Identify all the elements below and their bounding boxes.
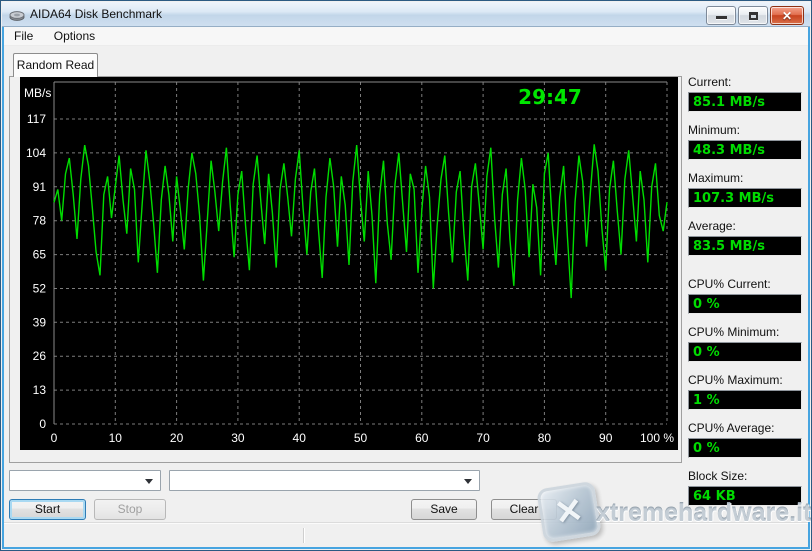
svg-text:13: 13: [33, 383, 47, 397]
svg-text:70: 70: [476, 431, 490, 445]
stat-average: Average: 83.5 MB/s: [688, 219, 802, 256]
dropdown-arrow-icon: [464, 479, 472, 484]
svg-text:0: 0: [39, 417, 46, 431]
dropdown-arrow-icon: [145, 479, 153, 484]
svg-text:20: 20: [170, 431, 184, 445]
tab-random-read[interactable]: Random Read: [13, 53, 98, 77]
svg-text:104: 104: [26, 146, 46, 160]
stat-value: 48.3 MB/s: [688, 140, 802, 160]
stat-cpu-average: CPU% Average: 0 %: [688, 421, 802, 458]
caption-buttons: ✕: [706, 6, 804, 25]
stat-value: 0 %: [688, 342, 802, 362]
app-window: AIDA64 Disk Benchmark ✕ File Options Ran…: [0, 0, 812, 551]
drive-value: Disk Drive #0 [SAMSUNG HD154UI] (1397.3 …: [189, 488, 459, 491]
stat-label: CPU% Maximum:: [688, 373, 802, 389]
svg-text:60: 60: [415, 431, 429, 445]
svg-text:10: 10: [109, 431, 123, 445]
close-icon: ✕: [771, 9, 803, 23]
svg-text:91: 91: [33, 180, 47, 194]
titlebar[interactable]: AIDA64 Disk Benchmark ✕: [2, 2, 810, 27]
svg-text:MB/s: MB/s: [24, 86, 51, 100]
maximize-icon: [749, 12, 758, 20]
stat-label: CPU% Current:: [688, 277, 802, 293]
disk-icon: [9, 8, 25, 22]
svg-text:52: 52: [33, 282, 47, 296]
stat-minimum: Minimum: 48.3 MB/s: [688, 123, 802, 160]
svg-text:90: 90: [599, 431, 613, 445]
window-title: AIDA64 Disk Benchmark: [30, 7, 162, 21]
window-border-left: [2, 27, 4, 549]
svg-text:117: 117: [27, 112, 46, 126]
stat-value: 85.1 MB/s: [688, 92, 802, 112]
stat-value: 83.5 MB/s: [688, 236, 802, 256]
svg-text:78: 78: [33, 214, 47, 228]
stat-block-size: Block Size: 64 KB: [688, 469, 802, 506]
stat-value: 64 KB: [688, 486, 802, 506]
stat-cpu-current: CPU% Current: 0 %: [688, 277, 802, 314]
minimize-icon: [716, 16, 727, 19]
menubar: File Options: [4, 27, 808, 46]
maximize-button[interactable]: [738, 6, 768, 25]
stat-label: Minimum:: [688, 123, 802, 139]
status-bar: [4, 522, 808, 547]
stat-cpu-maximum: CPU% Maximum: 1 %: [688, 373, 802, 410]
start-button[interactable]: Start: [9, 499, 86, 520]
stat-value: 0 %: [688, 438, 802, 458]
stat-current: Current: 85.1 MB/s: [688, 75, 802, 112]
save-button[interactable]: Save: [411, 499, 477, 520]
test-type-select[interactable]: Random Read: [9, 470, 161, 491]
test-type-value: Random Read: [29, 488, 106, 491]
menu-file[interactable]: File: [6, 27, 41, 45]
stat-label: CPU% Minimum:: [688, 325, 802, 341]
svg-text:40: 40: [293, 431, 307, 445]
svg-text:80: 80: [538, 431, 552, 445]
stat-label: Average:: [688, 219, 802, 235]
close-button[interactable]: ✕: [770, 6, 804, 25]
svg-text:39: 39: [33, 315, 47, 329]
stat-value: 107.3 MB/s: [688, 188, 802, 208]
window-border-right: [808, 27, 810, 549]
minimize-button[interactable]: [706, 6, 736, 25]
svg-text:65: 65: [33, 248, 47, 262]
stat-cpu-minimum: CPU% Minimum: 0 %: [688, 325, 802, 362]
stat-label: CPU% Average:: [688, 421, 802, 437]
menu-options[interactable]: Options: [46, 27, 103, 45]
benchmark-chart: 117 104 91 78 65 52 39 26 13 00 10 20 30 40 50 60 70 80 90…: [20, 77, 678, 450]
svg-text:50: 50: [354, 431, 368, 445]
stat-maximum: Maximum: 107.3 MB/s: [688, 171, 802, 208]
svg-text:100 %: 100 %: [640, 431, 674, 445]
elapsed-timer: 29:47: [490, 85, 610, 109]
drive-select[interactable]: Disk Drive #0 [SAMSUNG HD154UI] (1397.3 …: [169, 470, 480, 491]
chart-plot: 117 104 91 78 65 52 39 26 13 00 10 20 30 40 50 60 70 80 90…: [20, 77, 678, 448]
stat-label: Current:: [688, 75, 802, 91]
svg-text:26: 26: [33, 349, 47, 363]
stat-value: 1 %: [688, 390, 802, 410]
clear-button[interactable]: Clear: [491, 499, 557, 520]
svg-text:0: 0: [51, 431, 58, 445]
stat-label: Block Size:: [688, 469, 802, 485]
stat-label: Maximum:: [688, 171, 802, 187]
svg-text:30: 30: [231, 431, 245, 445]
stop-button[interactable]: Stop: [94, 499, 166, 520]
status-bar-divider: [303, 528, 304, 543]
stat-value: 0 %: [688, 294, 802, 314]
